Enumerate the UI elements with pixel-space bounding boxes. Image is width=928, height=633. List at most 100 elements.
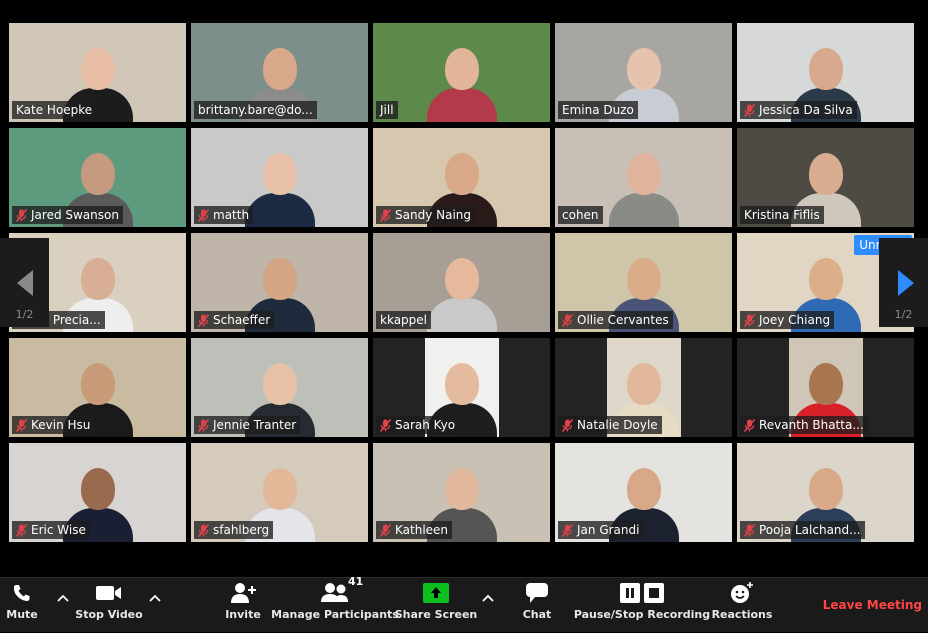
participant-face [262, 363, 297, 405]
participant-tile[interactable]: Eric Wise [9, 443, 186, 542]
pause-stop-icon [619, 578, 665, 608]
manage-participants-button[interactable]: 41 Manage Participants [271, 575, 399, 633]
chat-button[interactable]: Chat [520, 578, 554, 633]
participant-tile[interactable]: Jennie Tranter [191, 338, 368, 437]
muted-microphone-icon [198, 313, 209, 327]
participant-name-tag: matth [194, 206, 254, 224]
participant-name-tag: Sarah Kyo [376, 416, 460, 434]
participant-tile[interactable]: Kevin Hsu [9, 338, 186, 437]
participant-tile[interactable]: Kate Hoepke [9, 23, 186, 122]
participant-tile[interactable]: Emina Duzo [555, 23, 732, 122]
participant-name-tag: brittany.bare@do... [194, 101, 317, 119]
video-options-caret-icon[interactable] [148, 593, 162, 603]
meeting-toolbar: Mute Stop Video Invite 41 Manage Partici… [0, 575, 928, 633]
participant-name-tag: Jan Grandi [558, 521, 644, 539]
stop-video-button[interactable]: Stop Video [75, 578, 143, 633]
participant-tile[interactable]: matth [191, 128, 368, 227]
next-page-button[interactable]: 1/2 [879, 238, 928, 327]
participant-name: Jessica Da Silva [759, 103, 853, 117]
leave-meeting-button[interactable]: Leave Meeting [823, 598, 922, 612]
participant-tile[interactable]: Pooja Lalchand... [737, 443, 914, 542]
participant-name-tag: Eric Wise [12, 521, 90, 539]
share-options-caret-icon[interactable] [481, 593, 495, 603]
participant-name: Revanth Bhatta... [759, 418, 864, 432]
invite-button[interactable]: Invite [224, 578, 262, 633]
participant-face [808, 363, 843, 405]
reactions-button[interactable]: Reactions [712, 578, 772, 633]
participant-name: Pooja Lalchand... [759, 523, 861, 537]
add-person-icon [229, 578, 257, 608]
participant-name: kkappel [380, 313, 427, 327]
participant-count: 41 [348, 575, 364, 588]
left-arrow-icon [16, 270, 33, 296]
participant-face [626, 468, 661, 510]
participant-tile[interactable]: Kristina Fiflis [737, 128, 914, 227]
share-screen-button[interactable]: Share Screen [395, 578, 477, 633]
participant-tile[interactable]: Jan Grandi [555, 443, 732, 542]
muted-microphone-icon [198, 523, 209, 537]
participant-tile[interactable]: Sarah Kyo [373, 338, 550, 437]
participant-video [373, 23, 550, 122]
participant-tile[interactable]: sfahlberg [191, 443, 368, 542]
participant-name: Kevin Hsu [31, 418, 91, 432]
participant-face [262, 153, 297, 195]
participant-name: Ollie Cervantes [577, 313, 669, 327]
audio-options-caret-icon[interactable] [56, 593, 70, 603]
muted-microphone-icon [380, 208, 391, 222]
participant-face [808, 468, 843, 510]
participant-tile[interactable]: Jared Swanson [9, 128, 186, 227]
participant-name-tag: Jill [376, 101, 398, 119]
share-arrow-icon [423, 578, 449, 608]
muted-microphone-icon [16, 418, 27, 432]
participant-face [262, 258, 297, 300]
muted-microphone-icon [198, 418, 209, 432]
participant-name: brittany.bare@do... [198, 103, 313, 117]
participant-name-tag: Kathleen [376, 521, 453, 539]
page-indicator: 1/2 [15, 308, 34, 321]
participant-tile[interactable]: Jill [373, 23, 550, 122]
participant-name-tag: Revanth Bhatta... [740, 416, 868, 434]
participant-tile[interactable]: Ollie Cervantes [555, 233, 732, 332]
participant-tile[interactable]: kkappel [373, 233, 550, 332]
participant-name-tag: Jared Swanson [12, 206, 123, 224]
participant-body [426, 298, 497, 332]
participant-tile[interactable]: Jessica Da Silva [737, 23, 914, 122]
participant-tile[interactable]: Revanth Bhatta... [737, 338, 914, 437]
participant-tile[interactable]: cohen [555, 128, 732, 227]
participant-tile[interactable]: Schaeffer [191, 233, 368, 332]
participant-tile[interactable]: brittany.bare@do... [191, 23, 368, 122]
participant-face [626, 153, 661, 195]
participant-body [426, 88, 497, 122]
participant-face [80, 363, 115, 405]
participant-tile[interactable]: Natalie Doyle [555, 338, 732, 437]
muted-microphone-icon [380, 523, 391, 537]
participant-tile[interactable]: Kathleen [373, 443, 550, 542]
participants-icon: 41 [320, 575, 363, 608]
smiley-plus-icon [730, 578, 754, 608]
participant-face [444, 468, 479, 510]
pause-stop-recording-button[interactable]: Pause/Stop Recording [574, 578, 710, 633]
participant-name-tag: Pooja Lalchand... [740, 521, 865, 539]
participant-name-tag: Kevin Hsu [12, 416, 95, 434]
mute-button[interactable]: Mute [4, 578, 40, 633]
participant-tile[interactable]: Sandy Naing [373, 128, 550, 227]
participant-name-tag: Jessica Da Silva [740, 101, 857, 119]
participant-name: Jared Swanson [31, 208, 119, 222]
muted-microphone-icon [744, 313, 755, 327]
participant-name: Emina Duzo [562, 103, 634, 117]
participant-face [444, 48, 479, 90]
previous-page-button[interactable]: 1/2 [0, 238, 49, 327]
participant-name: Kathleen [395, 523, 449, 537]
participant-name-tag: Jennie Tranter [194, 416, 301, 434]
participant-name: Eric Wise [31, 523, 86, 537]
muted-microphone-icon [562, 523, 573, 537]
muted-microphone-icon [380, 418, 391, 432]
participant-face [262, 468, 297, 510]
participant-name: Sandy Naing [395, 208, 471, 222]
participant-name-tag: Kristina Fiflis [740, 206, 824, 224]
participant-face [80, 468, 115, 510]
participant-face [262, 48, 297, 90]
participant-face [80, 258, 115, 300]
muted-microphone-icon [744, 523, 755, 537]
muted-microphone-icon [562, 418, 573, 432]
